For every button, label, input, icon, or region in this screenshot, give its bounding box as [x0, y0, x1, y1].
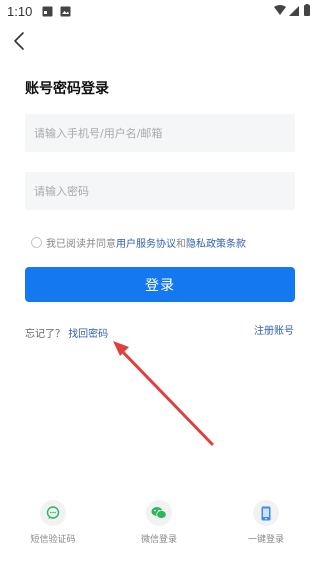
- privacy-policy-link[interactable]: 隐私政策条款: [186, 235, 246, 250]
- login-button[interactable]: 登录: [25, 267, 295, 302]
- agreement-checkbox[interactable]: [31, 236, 42, 248]
- wechat-login-label: 微信登录: [140, 535, 177, 545]
- calendar-icon: [42, 6, 53, 17]
- forgot-row: 忘记了？ 找回密码: [25, 325, 108, 340]
- sms-login-label: 短信验证码: [30, 535, 76, 545]
- status-bar: 1:10: [0, 0, 320, 24]
- cellular-signal-icon: [289, 6, 299, 16]
- chevron-left-icon[interactable]: [10, 30, 30, 52]
- wechat-icon: [146, 500, 172, 526]
- status-time: 1:10: [7, 4, 33, 19]
- one-key-login-option[interactable]: 一键登录: [231, 500, 301, 545]
- sms-login-option[interactable]: 短信验证码: [18, 500, 88, 545]
- register-link[interactable]: 注册账号: [254, 322, 294, 337]
- account-input[interactable]: [25, 114, 295, 152]
- message-icon: [40, 500, 66, 526]
- page-title: 账号密码登录: [25, 81, 109, 97]
- find-password-link[interactable]: 找回密码: [68, 329, 108, 340]
- wechat-login-option[interactable]: 微信登录: [124, 500, 194, 545]
- password-input[interactable]: [25, 172, 295, 210]
- image-icon: [60, 6, 71, 17]
- forgot-prefix: 忘记了？: [25, 329, 65, 340]
- agreement-and-text: 和: [176, 238, 186, 250]
- battery-icon: [304, 4, 310, 16]
- status-right-icons: [274, 4, 310, 16]
- agreement-prefix: 我已阅读并同意: [46, 238, 116, 250]
- wifi-icon: [274, 5, 286, 15]
- agreement-row: 我已阅读并同意 用户服务协议 和 隐私政策条款: [31, 235, 246, 250]
- user-agreement-link[interactable]: 用户服务协议: [116, 235, 176, 250]
- one-key-login-label: 一键登录: [247, 535, 284, 545]
- phone-icon: [253, 500, 279, 526]
